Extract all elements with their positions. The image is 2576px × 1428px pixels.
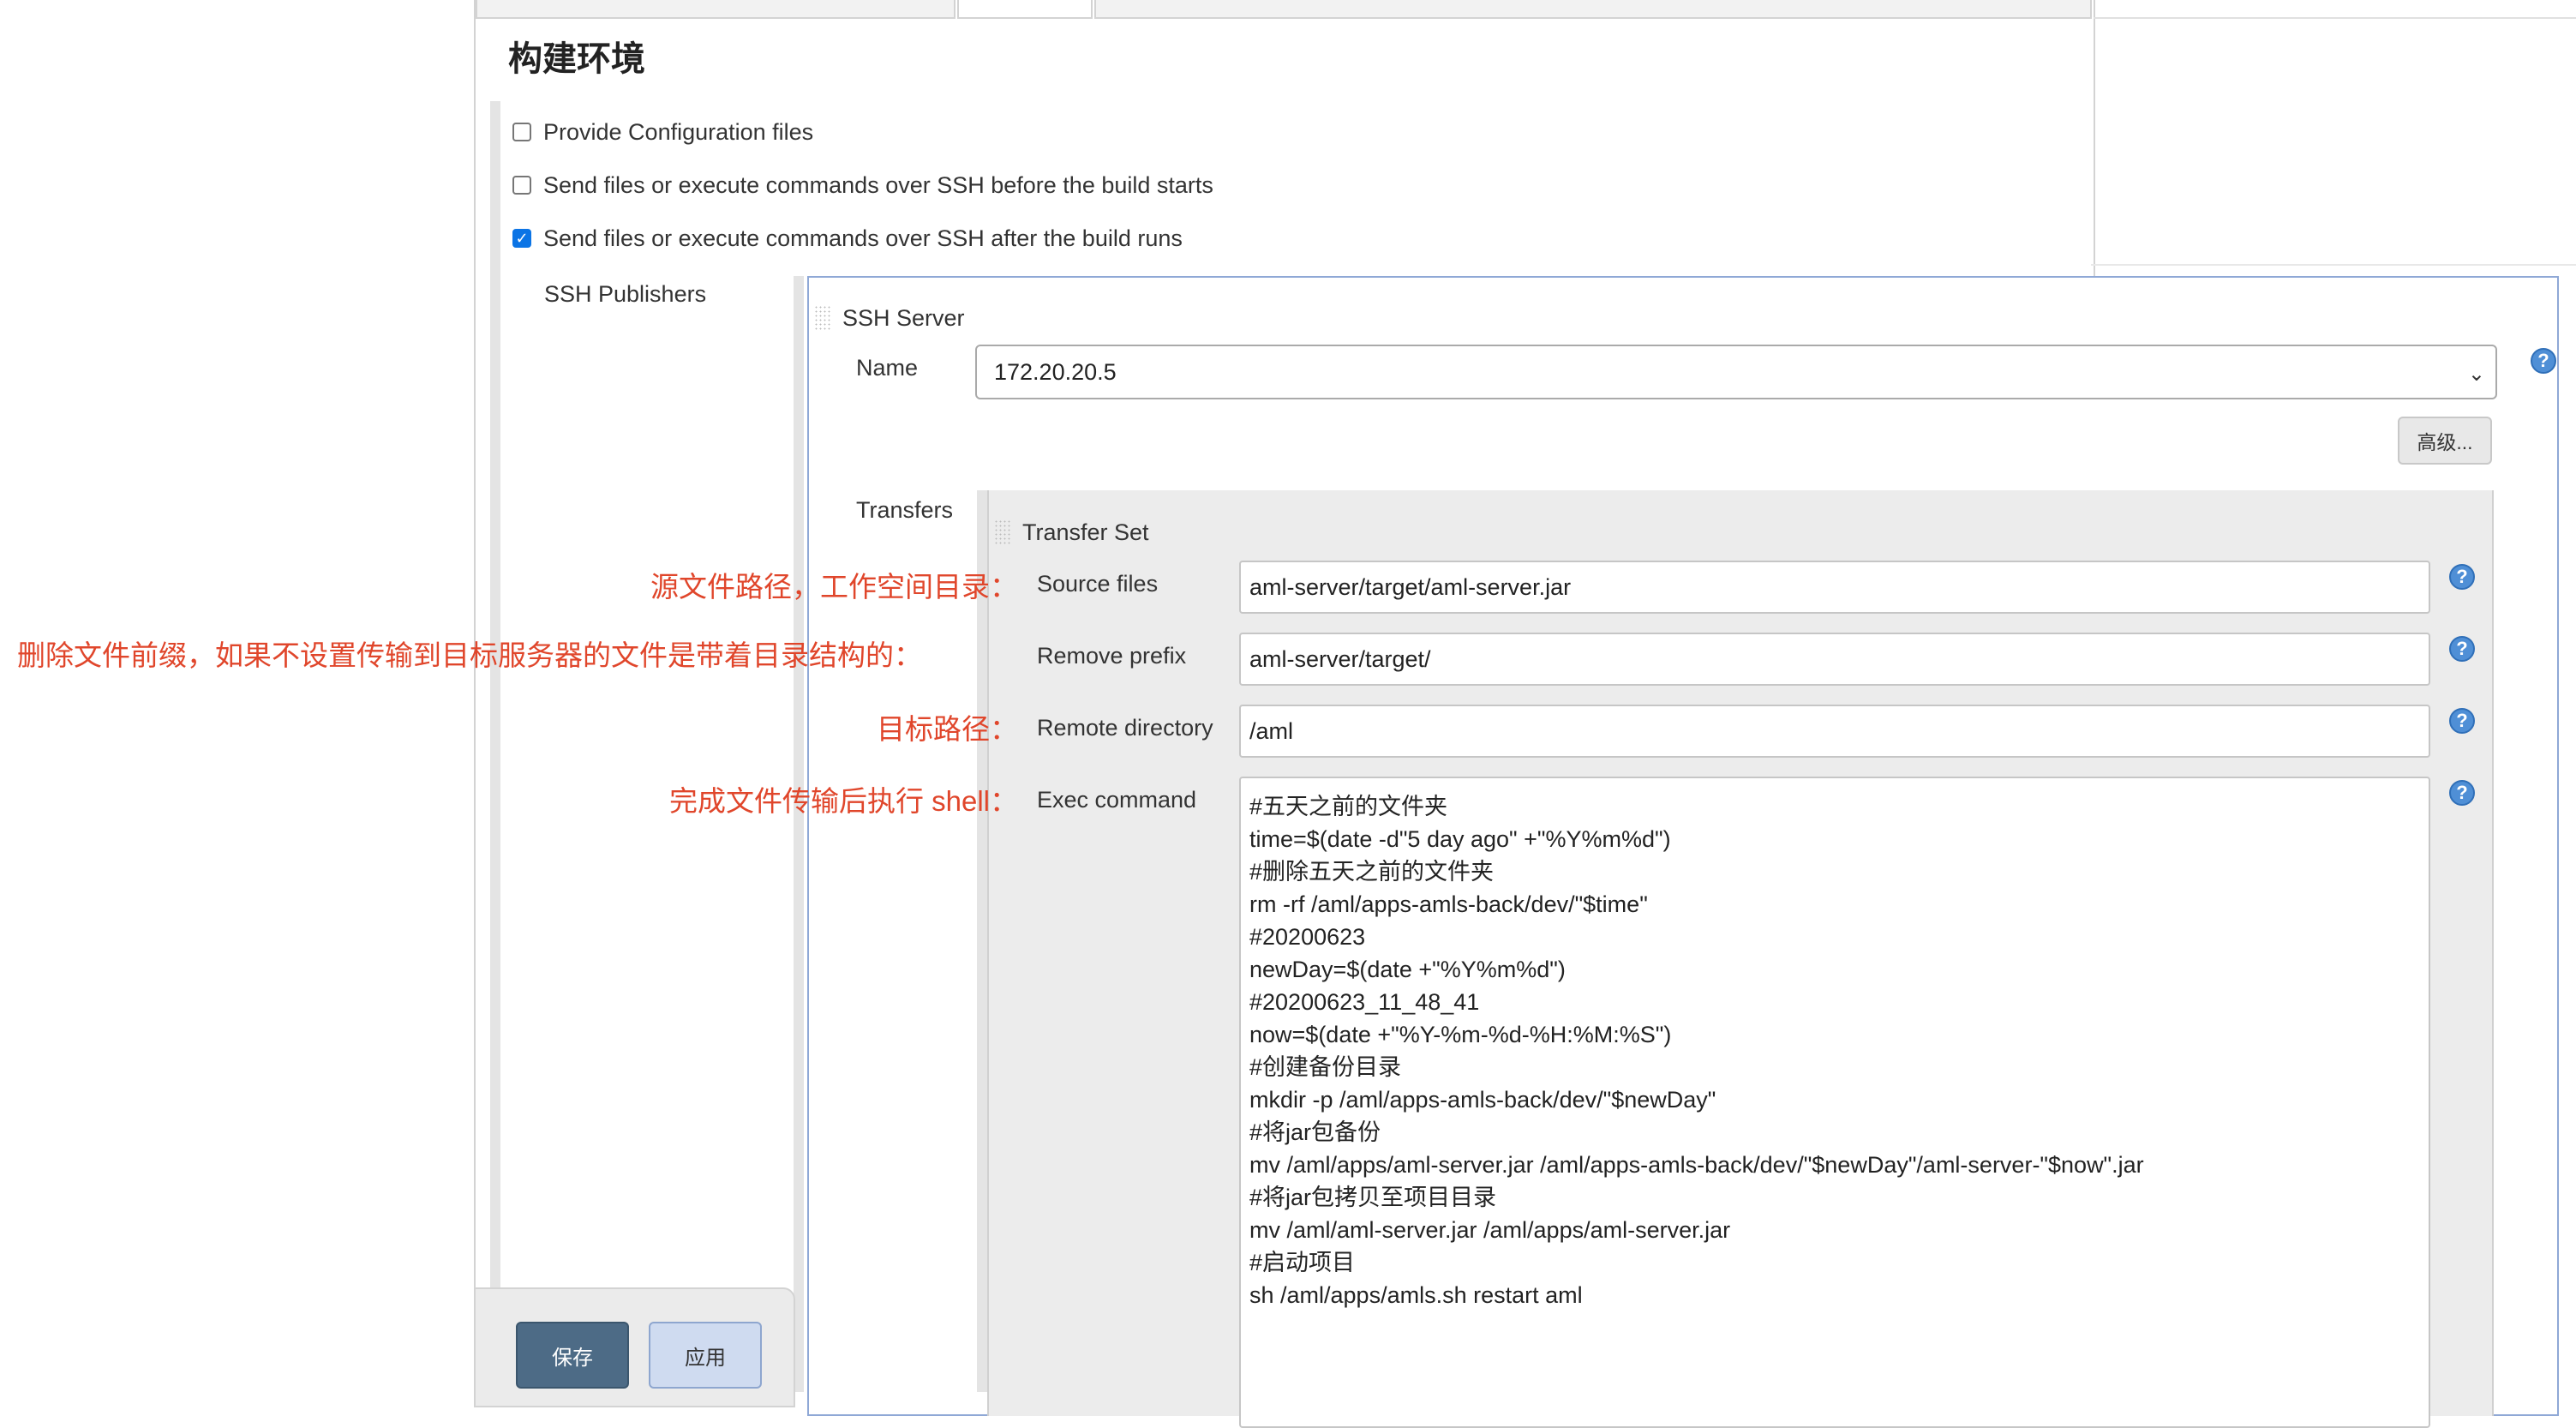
exec-command-line: sh /aml/apps/amls.sh restart aml [1249,1282,1583,1308]
section-gutter [490,101,500,1392]
exec-command-line: #20200623 [1249,924,1366,950]
source-files-value: aml-server/target/aml-server.jar [1249,573,1572,600]
option-label: Send files or execute commands over SSH … [543,225,1183,251]
exec-command-line: #删除五天之前的文件夹 [1249,859,1495,885]
remove-prefix-label: Remove prefix [1037,643,1187,669]
section-title: 构建环境 [508,40,645,78]
transfers-label: Transfers [856,497,954,523]
transfers-gutter [977,490,987,1392]
exec-command-line: #五天之前的文件夹 [1249,794,1448,819]
tab-strip-left[interactable] [476,0,956,19]
exec-command-line: #创建备份目录 [1249,1054,1402,1080]
exec-command-line: rm -rf /aml/apps-amls-back/dev/"$time" [1249,891,1648,917]
option-provide-config[interactable]: Provide Configuration files [512,113,813,151]
annotation-source-files: 源文件路径，工作空间目录： [650,571,1018,603]
check-icon: ✓ [515,230,529,247]
remove-prefix-input[interactable]: aml-server/target/ [1239,633,2430,686]
divider-line [2094,17,2576,19]
exec-command-label: Exec command [1037,787,1197,813]
transfer-set-title: Transfer Set [1022,519,1149,545]
exec-command-textarea[interactable]: #五天之前的文件夹 time=$(date -d"5 day ago" +"%Y… [1239,777,2430,1428]
apply-button[interactable]: 应用 [649,1322,762,1389]
source-files-input[interactable]: aml-server/target/aml-server.jar [1239,561,2430,614]
exec-command-line: #将jar包备份 [1249,1119,1381,1145]
help-icon[interactable]: ? [2449,636,2475,662]
help-icon[interactable]: ? [2449,780,2475,806]
help-icon[interactable]: ? [2531,348,2556,374]
tab-strip-active[interactable] [957,0,1093,19]
help-icon[interactable]: ? [2449,564,2475,590]
annotation-remove-prefix: 删除文件前缀，如果不设置传输到目标服务器的文件是带着目录结构的： [17,639,922,671]
option-ssh-after-build[interactable]: ✓ Send files or execute commands over SS… [512,219,1183,257]
ssh-publishers-gutter [794,276,804,1392]
remote-directory-label: Remote directory [1037,715,1213,741]
checkbox-ssh-before-build[interactable] [512,176,531,195]
exec-command-line: mkdir -p /aml/apps-amls-back/dev/"$newDa… [1249,1087,1716,1113]
exec-command-line: mv /aml/aml-server.jar /aml/apps/aml-ser… [1249,1217,1731,1243]
exec-command-line: now=$(date +"%Y-%m-%d-%H:%M:%S") [1249,1022,1672,1047]
save-button[interactable]: 保存 [516,1322,629,1389]
ssh-server-title: SSH Server [842,305,965,331]
exec-command-line: #启动项目 [1249,1250,1356,1275]
annotation-remote-directory: 目标路径： [877,713,1018,745]
option-label: Send files or execute commands over SSH … [543,171,1213,198]
name-label: Name [856,355,919,381]
exec-command-line: mv /aml/apps/aml-server.jar /aml/apps-am… [1249,1152,2144,1178]
checkbox-ssh-after-build[interactable]: ✓ [512,229,531,248]
drag-handle-icon[interactable] [814,305,831,331]
checkbox-provide-config[interactable] [512,123,531,141]
exec-command-line: time=$(date -d"5 day ago" +"%Y%m%d") [1249,826,1671,852]
remove-prefix-value: aml-server/target/ [1249,645,1431,672]
tab-strip-right[interactable] [1094,0,2092,19]
drag-handle-icon[interactable] [994,519,1011,545]
exec-command-line: #20200623_11_48_41 [1249,989,1480,1015]
option-label: Provide Configuration files [543,118,814,145]
option-ssh-before-build[interactable]: Send files or execute commands over SSH … [512,166,1213,204]
exec-command-line: #将jar包拷贝至项目目录 [1249,1185,1497,1210]
divider-line [2091,264,2576,266]
ssh-publishers-label: SSH Publishers [544,281,707,307]
ssh-server-name-select[interactable]: 172.20.20.5 ⌄ [975,345,2497,399]
remote-directory-value: /aml [1249,717,1294,744]
source-files-label: Source files [1037,571,1159,597]
exec-command-line: newDay=$(date +"%Y%m%d") [1249,957,1566,982]
ssh-server-name-value: 172.20.20.5 [994,358,1117,385]
advanced-button[interactable]: 高级... [2398,417,2492,465]
annotation-exec-command: 完成文件传输后执行 shell： [668,785,1018,817]
chevron-down-icon: ⌄ [2467,363,2485,386]
remote-directory-input[interactable]: /aml [1239,705,2430,758]
help-icon[interactable]: ? [2449,708,2475,734]
